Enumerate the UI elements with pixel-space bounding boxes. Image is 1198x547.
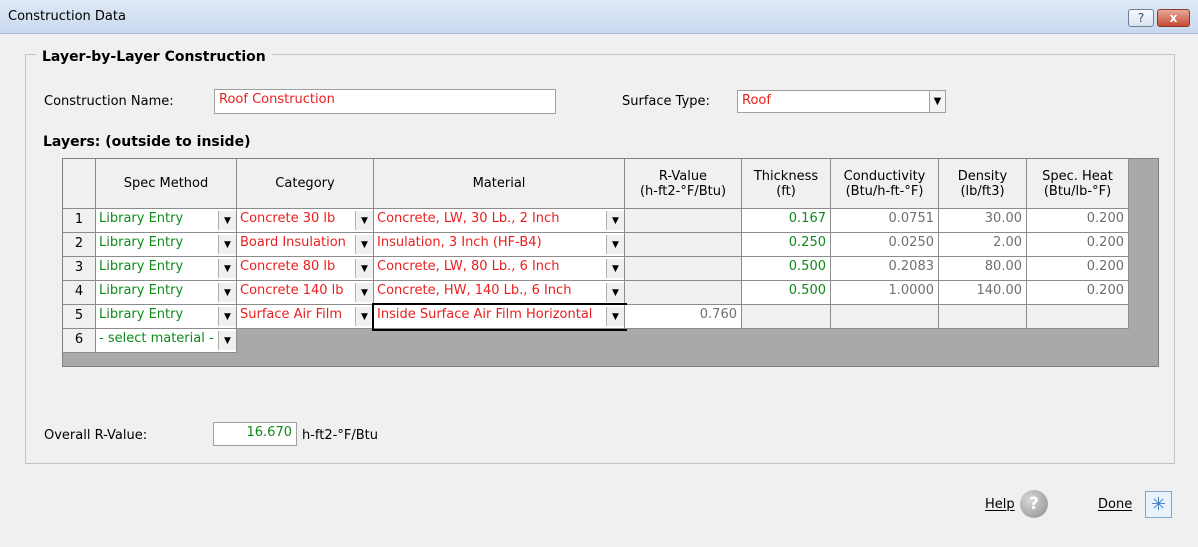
done-button[interactable]: Done (1098, 497, 1132, 512)
spec-method-select[interactable]: Library Entry (96, 305, 237, 329)
column-header-8: Spec. Heat (Btu/lb-°F) (1027, 159, 1129, 209)
thickness-cell: 0.500 (742, 281, 831, 305)
category-select[interactable]: Concrete 80 lb (237, 257, 374, 281)
rvalue-cell (625, 281, 742, 305)
conductivity-cell: 0.0250 (831, 233, 939, 257)
spec-heat-cell: 0.200 (1027, 281, 1129, 305)
column-header-1: Spec Method (96, 159, 237, 209)
chevron-down-icon[interactable]: ▼ (355, 307, 373, 326)
material-select[interactable]: Concrete, HW, 140 Lb., 6 Inch (374, 281, 625, 305)
thickness-cell: 0.250 (742, 233, 831, 257)
surface-type-value: Roof (742, 93, 771, 108)
material-select[interactable]: Concrete, LW, 80 Lb., 6 Inch (374, 257, 625, 281)
column-header-4: R-Value (h-ft2-°F/Btu) (625, 159, 742, 209)
conductivity-cell (831, 305, 939, 329)
chevron-down-icon[interactable]: ▼ (606, 283, 624, 302)
window-title: Construction Data (8, 9, 126, 24)
chevron-down-icon[interactable]: ▼ (218, 235, 236, 254)
chevron-down-icon[interactable]: ▼ (218, 307, 236, 326)
row-number: 4 (63, 281, 96, 305)
density-cell: 30.00 (939, 209, 1027, 233)
spec-heat-cell (1027, 305, 1129, 329)
conductivity-cell: 0.0751 (831, 209, 939, 233)
column-header-2: Category (237, 159, 374, 209)
chevron-down-icon[interactable]: ▼ (929, 91, 945, 112)
title-bar: Construction Data ? x (0, 0, 1198, 34)
density-cell: 80.00 (939, 257, 1027, 281)
window-close-button[interactable]: x (1157, 9, 1190, 27)
chevron-down-icon[interactable]: ▼ (606, 211, 624, 230)
construction-name-label: Construction Name: (44, 94, 174, 109)
density-cell: 2.00 (939, 233, 1027, 257)
row-number: 3 (63, 257, 96, 281)
surface-type-label: Surface Type: (622, 94, 710, 109)
window-help-button[interactable]: ? (1128, 9, 1154, 27)
done-icon[interactable]: ✳ (1145, 491, 1172, 518)
rvalue-cell (625, 233, 742, 257)
chevron-down-icon[interactable]: ▼ (355, 211, 373, 230)
group-title: Layer-by-Layer Construction (36, 49, 272, 65)
material-select[interactable]: Insulation, 3 Inch (HF-B4) (374, 233, 625, 257)
thickness-cell (742, 305, 831, 329)
spec-method-select[interactable]: Library Entry (96, 257, 237, 281)
chevron-down-icon[interactable]: ▼ (606, 259, 624, 278)
spec-method-select[interactable]: - select material - (96, 329, 237, 353)
category-select[interactable]: Concrete 140 lb (237, 281, 374, 305)
material-select[interactable]: Concrete, LW, 30 Lb., 2 Inch (374, 209, 625, 233)
overall-rvalue-units: h-ft2-°F/Btu (302, 428, 378, 443)
help-button[interactable]: Help (985, 497, 1015, 512)
chevron-down-icon[interactable]: ▼ (218, 283, 236, 302)
density-cell (939, 305, 1027, 329)
chevron-down-icon[interactable]: ▼ (218, 211, 236, 230)
spec-method-select[interactable]: Library Entry (96, 281, 237, 305)
overall-rvalue-label: Overall R-Value: (44, 428, 148, 443)
category-select[interactable]: Surface Air Film (237, 305, 374, 329)
chevron-down-icon[interactable]: ▼ (355, 283, 373, 302)
thickness-cell: 0.167 (742, 209, 831, 233)
grid-corner (63, 159, 96, 209)
row-number: 2 (63, 233, 96, 257)
surface-type-select[interactable]: Roof ▼ (737, 90, 946, 113)
category-select[interactable]: Board Insulation (237, 233, 374, 257)
density-cell: 140.00 (939, 281, 1027, 305)
chevron-down-icon[interactable]: ▼ (606, 235, 624, 254)
thickness-cell: 0.500 (742, 257, 831, 281)
layers-title: Layers: (outside to inside) (43, 134, 251, 150)
spec-heat-cell: 0.200 (1027, 233, 1129, 257)
chevron-down-icon[interactable]: ▼ (355, 235, 373, 254)
column-header-5: Thickness (ft) (742, 159, 831, 209)
chevron-down-icon[interactable]: ▼ (355, 259, 373, 278)
rvalue-cell (625, 209, 742, 233)
overall-rvalue-field: 16.670 (213, 422, 297, 446)
column-header-6: Conductivity (Btu/h-ft-°F) (831, 159, 939, 209)
chevron-down-icon[interactable]: ▼ (606, 307, 624, 326)
row-number: 6 (63, 329, 96, 353)
spec-heat-cell: 0.200 (1027, 209, 1129, 233)
rvalue-cell: 0.760 (625, 305, 742, 329)
layers-grid: Spec Method Category Material R-Value (h-ft… (62, 158, 1159, 367)
rvalue-cell (625, 257, 742, 281)
spec-heat-cell: 0.200 (1027, 257, 1129, 281)
column-header-3: Material (374, 159, 625, 209)
spec-method-select[interactable]: Library Entry (96, 209, 237, 233)
row-number: 1 (63, 209, 96, 233)
help-icon[interactable]: ? (1020, 490, 1048, 518)
construction-name-input[interactable]: Roof Construction (214, 89, 556, 114)
column-header-7: Density (lb/ft3) (939, 159, 1027, 209)
category-select[interactable]: Concrete 30 lb (237, 209, 374, 233)
material-select[interactable]: Inside Surface Air Film Horizontal (372, 303, 627, 331)
chevron-down-icon[interactable]: ▼ (218, 331, 236, 350)
conductivity-cell: 1.0000 (831, 281, 939, 305)
chevron-down-icon[interactable]: ▼ (218, 259, 236, 278)
spec-method-select[interactable]: Library Entry (96, 233, 237, 257)
row-number: 5 (63, 305, 96, 329)
conductivity-cell: 0.2083 (831, 257, 939, 281)
